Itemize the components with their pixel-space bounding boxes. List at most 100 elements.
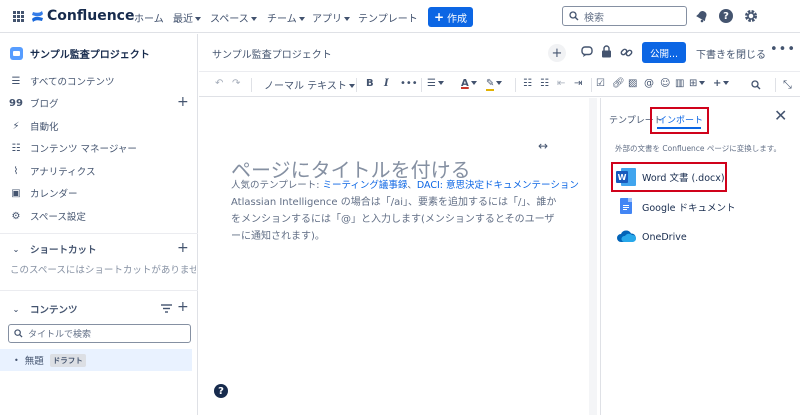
task-checkbox-icon[interactable]: ☑ — [596, 78, 605, 89]
shortcuts-header-label: ショートカット — [30, 245, 97, 256]
text-style-label: ノーマル テキスト — [264, 81, 347, 92]
tree-item-title: 無題 — [24, 356, 44, 367]
settings-gear-icon[interactable] — [744, 9, 758, 23]
text-color-icon[interactable]: A — [461, 78, 477, 89]
table-icon[interactable]: ⊞ — [689, 78, 706, 89]
mention-icon[interactable]: @ — [644, 78, 654, 89]
highlight-box-import-tab — [650, 107, 709, 134]
add-shortcut-plus-icon[interactable]: + — [177, 241, 189, 255]
bullet-icon: • — [14, 355, 19, 365]
highlight-icon[interactable]: ✎ — [486, 78, 503, 91]
nav-home[interactable]: ホーム — [134, 10, 164, 25]
bullet-list-icon[interactable]: ☷ — [523, 78, 532, 89]
alignment-icon[interactable]: ☰ — [427, 78, 444, 89]
import-google-docs-option[interactable]: Google ドキュメント — [616, 198, 736, 216]
close-panel-icon[interactable]: ✕ — [774, 106, 787, 125]
content-section-header[interactable]: ⌄ コンテンツ — [10, 302, 78, 317]
publish-button[interactable]: 公開... — [642, 42, 686, 63]
chevron-down-icon — [348, 84, 355, 88]
sidebar-item-label: ブログ — [30, 99, 59, 110]
add-content-plus-icon[interactable]: + — [177, 300, 189, 314]
bold-icon[interactable]: B — [366, 78, 374, 89]
highlight-box-word-option — [611, 162, 727, 192]
app-switcher-icon[interactable] — [13, 11, 24, 22]
text-style-dropdown[interactable]: ノーマル テキスト — [264, 77, 355, 92]
add-collaborator-button[interactable]: + — [548, 44, 566, 62]
content-tree-item[interactable]: • 無題 ドラフト — [0, 349, 192, 371]
link-icon[interactable] — [620, 46, 633, 59]
sidebar-item-analytics[interactable]: ⌇ アナリティクス — [10, 162, 96, 180]
image-icon[interactable]: ▨ — [628, 78, 637, 89]
help-icon[interactable]: ? — [719, 9, 733, 23]
nav-recent[interactable]: 最近 — [173, 10, 201, 25]
editor-hint-line: ーに通知されます)。 — [231, 231, 325, 242]
search-icon — [14, 329, 23, 338]
add-blog-plus-icon[interactable]: + — [177, 95, 189, 109]
sidebar-item-automation[interactable]: ⚡ 自動化 — [10, 117, 58, 135]
italic-icon[interactable]: I — [384, 78, 389, 89]
nav-home-label: ホーム — [134, 14, 164, 25]
divider — [515, 78, 516, 92]
shortcuts-empty-text: このスペースにはショートカットがありません — [10, 265, 196, 276]
lightning-icon: ⚡ — [12, 120, 20, 132]
breadcrumb[interactable]: サンプル監査プロジェクト — [212, 46, 332, 61]
layout-icon[interactable]: ▥ — [675, 78, 684, 89]
space-header[interactable]: サンプル監査プロジェクト — [10, 46, 150, 61]
indent-icon[interactable]: ⇥ — [574, 78, 582, 89]
sidebar-item-label: コンテンツ マネージャー — [30, 144, 137, 155]
full-width-toggle-icon[interactable]: ↔ — [538, 139, 548, 153]
shortcuts-section-header[interactable]: ⌄ ショートカット — [10, 242, 97, 257]
nav-templates-label: テンプレート — [358, 14, 418, 25]
filter-icon[interactable] — [161, 304, 172, 313]
divider — [0, 290, 198, 291]
sidebar-item-all-content[interactable]: ☰ すべてのコンテンツ — [10, 72, 115, 90]
nav-spaces[interactable]: スペース — [210, 10, 257, 25]
editor-canvas[interactable] — [199, 98, 596, 415]
scrollbar[interactable] — [589, 98, 597, 415]
chevron-down-icon[interactable]: ⌄ — [10, 243, 22, 255]
content-filter-input[interactable]: タイトルで検索 — [8, 324, 191, 343]
google-docs-icon — [616, 198, 636, 216]
create-button[interactable]: + 作成 — [428, 7, 473, 27]
list-icon: ☰ — [11, 75, 21, 87]
editor-hint-line: をメンションするには「@」と入力します(メンションするとそのユーザ — [231, 214, 555, 225]
close-draft-button[interactable]: 下書きを閉じる — [696, 46, 766, 61]
space-avatar-icon — [10, 47, 23, 60]
more-actions-icon[interactable]: ••• — [770, 42, 796, 57]
outdent-icon[interactable]: ⇤ — [557, 78, 565, 89]
sidebar-item-calendar[interactable]: ▣ カレンダー — [10, 184, 77, 202]
insert-plus-icon[interactable]: + — [713, 78, 730, 89]
numbered-list-icon[interactable]: ☷ — [540, 78, 549, 89]
link-insert-icon[interactable]: 🔗︎ — [612, 78, 625, 89]
divider — [0, 233, 198, 234]
import-onedrive-option[interactable]: OneDrive — [616, 229, 687, 245]
sidebar-item-blog[interactable]: 99 ブログ — [9, 94, 59, 112]
nav-teams[interactable]: チーム — [267, 10, 305, 25]
emoji-icon[interactable]: ☺ — [660, 78, 670, 89]
search-input[interactable]: 検索 — [562, 6, 687, 26]
lock-icon[interactable] — [601, 45, 612, 58]
nav-templates[interactable]: テンプレート — [358, 10, 418, 25]
comment-icon[interactable] — [581, 46, 593, 58]
collapse-toolbar-icon[interactable]: ⤡ — [783, 78, 792, 92]
redo-icon[interactable]: ↷ — [232, 78, 240, 89]
chevron-down-icon[interactable]: ⌄ — [10, 303, 22, 315]
sidebar-item-content-manager[interactable]: ☷ コンテンツ マネージャー — [10, 139, 137, 157]
content-header-label: コンテンツ — [30, 305, 78, 316]
search-placeholder: 検索 — [584, 12, 604, 24]
template-link-meeting-notes[interactable]: ミーティング議事録 — [322, 180, 407, 191]
template-link-daci[interactable]: DACI: 意思決定ドキュメンテーション — [417, 180, 579, 191]
divider — [251, 78, 252, 92]
confluence-logo[interactable]: Confluence — [31, 8, 134, 24]
find-icon[interactable] — [751, 80, 761, 90]
divider — [421, 78, 422, 92]
help-icon[interactable]: ? — [214, 384, 228, 398]
nav-apps[interactable]: アプリ — [312, 10, 350, 25]
undo-icon[interactable]: ↶ — [215, 78, 223, 89]
nav-apps-label: アプリ — [312, 14, 342, 25]
sidebar-item-space-settings[interactable]: ⚙ スペース設定 — [10, 207, 86, 225]
filter-placeholder: タイトルで検索 — [28, 330, 92, 340]
popular-templates-prefix: 人気のテンプレート: — [231, 180, 323, 191]
notifications-icon[interactable] — [696, 10, 708, 23]
more-formatting-icon[interactable]: ••• — [400, 78, 418, 89]
